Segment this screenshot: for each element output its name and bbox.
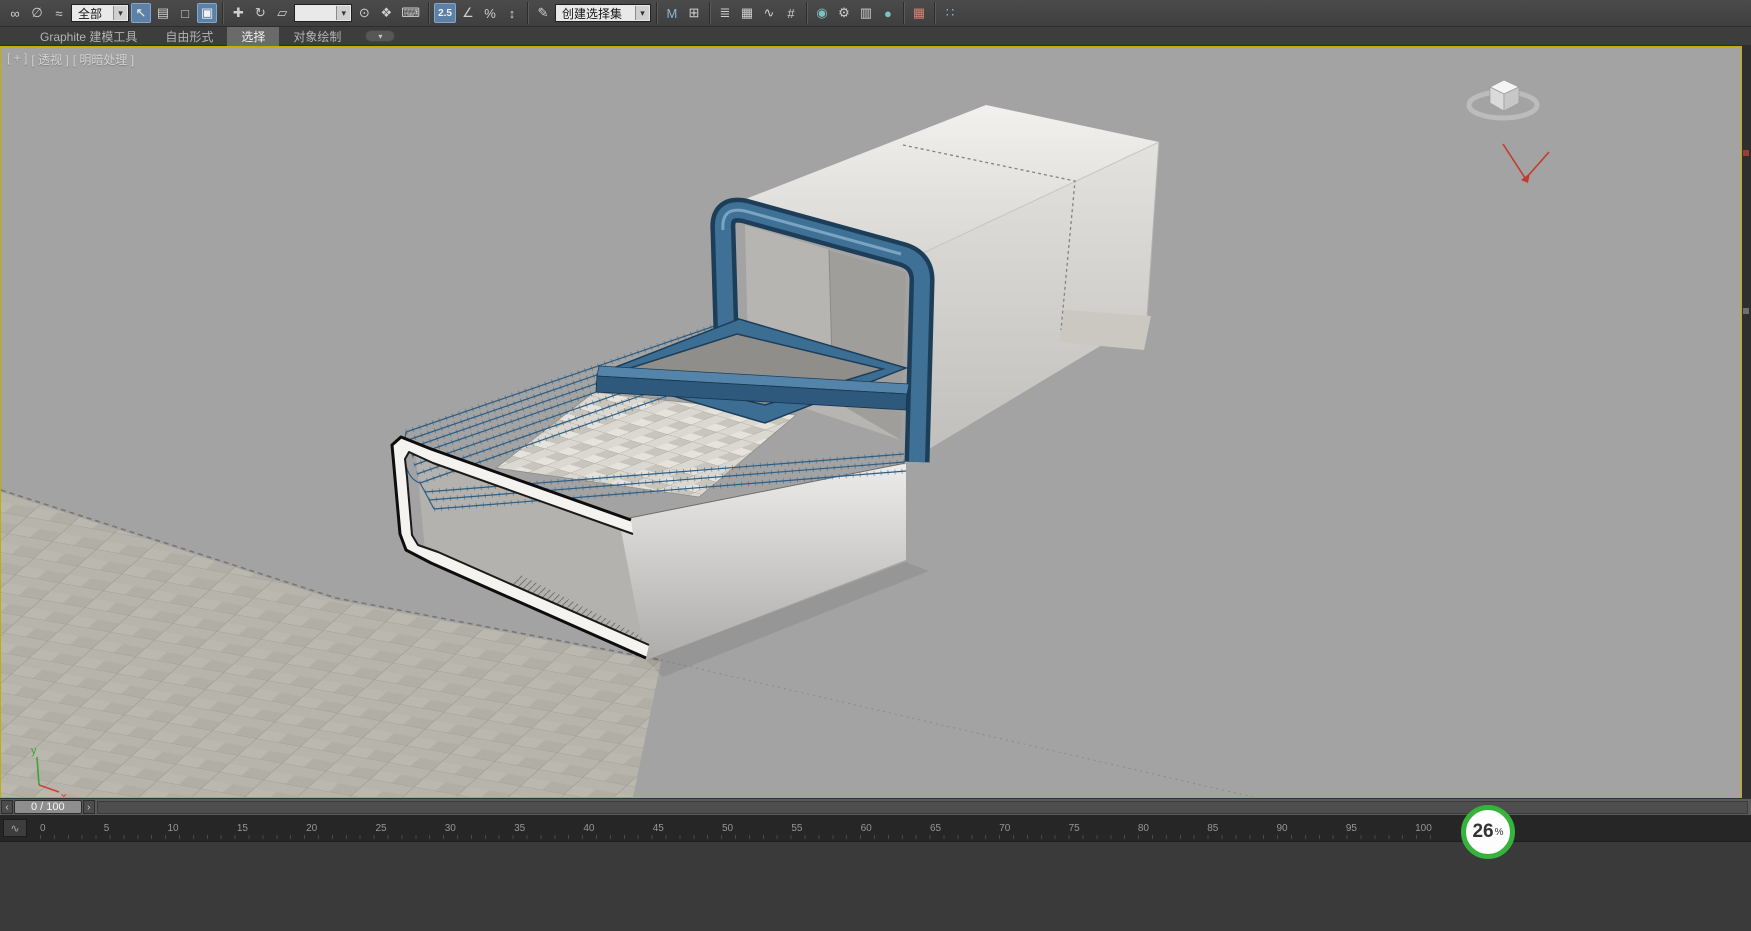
ribbon-collapse-button[interactable]: ▾: [365, 30, 395, 42]
panel-mark-gray: [1743, 308, 1749, 314]
red-grid-icon[interactable]: ▦: [909, 3, 929, 23]
viewport-pov-menu[interactable]: [ 透视 ]: [31, 51, 68, 68]
time-slider-handle[interactable]: 0 / 100: [14, 800, 82, 814]
mirror-icon[interactable]: M: [662, 3, 682, 23]
separator: [222, 2, 223, 24]
unlink-selection-icon[interactable]: ∅: [27, 3, 47, 23]
curve-editor-icon[interactable]: ∿: [759, 3, 779, 23]
separator: [903, 2, 904, 24]
frame-label: 10: [168, 823, 179, 834]
frame-label: 5: [104, 823, 110, 834]
select-and-scale-icon[interactable]: ▱: [272, 3, 292, 23]
selection-region-icon[interactable]: □: [175, 3, 195, 23]
frame-label: 30: [445, 823, 456, 834]
select-and-link-icon[interactable]: ∞: [5, 3, 25, 23]
frame-label: 95: [1346, 823, 1357, 834]
layer-manager-icon[interactable]: ≣: [715, 3, 735, 23]
select-and-move-icon[interactable]: ✚: [228, 3, 248, 23]
frame-ruler: 0 5 10 15 20 25 30 35 40 45 50 55: [40, 815, 1432, 841]
use-pivot-center-icon[interactable]: ⊙: [354, 3, 374, 23]
select-and-rotate-icon[interactable]: ↻: [250, 3, 270, 23]
render-setup-icon[interactable]: ⚙: [834, 3, 854, 23]
spinner-snap-icon[interactable]: ↕: [502, 3, 522, 23]
ribbon-tab-bar: Graphite 建模工具 自由形式 选择 对象绘制 ▾: [0, 27, 1751, 46]
time-prev-button[interactable]: ‹: [1, 800, 13, 814]
separator: [934, 2, 935, 24]
frame-label: 75: [1069, 823, 1080, 834]
viewport[interactable]: y x [ + ] [ 透视 ] [ 明暗处理 ]: [0, 46, 1742, 798]
3dsmax-window: ∞ ∅ ≈ 全部 ↖ ▤ □ ▣ ✚ ↻ ▱ ⊙ ❖ ⌨: [0, 0, 1751, 931]
frame-label: 35: [514, 823, 525, 834]
frame-label: 20: [306, 823, 317, 834]
viewport-row: y x [ + ] [ 透视 ] [ 明暗处理 ]: [0, 46, 1751, 798]
frame-label: 50: [722, 823, 733, 834]
selection-filter-dropdown[interactable]: 全部: [71, 4, 129, 22]
separator: [806, 2, 807, 24]
keyboard-override-icon[interactable]: ⌨: [398, 3, 423, 23]
rendered-frame-icon[interactable]: ▥: [856, 3, 876, 23]
frame-label: 100: [1415, 823, 1432, 834]
select-by-name-icon[interactable]: ▤: [153, 3, 173, 23]
mini-curve-editor-button[interactable]: ∿: [3, 819, 27, 837]
separator: [527, 2, 528, 24]
reference-coordinate-dropdown[interactable]: [294, 4, 352, 22]
frame-label: 85: [1207, 823, 1218, 834]
main-toolbar: ∞ ∅ ≈ 全部 ↖ ▤ □ ▣ ✚ ↻ ▱ ⊙ ❖ ⌨: [0, 0, 1751, 27]
separator: [709, 2, 710, 24]
render-production-icon[interactable]: ●: [878, 3, 898, 23]
select-and-manipulate-icon[interactable]: ❖: [376, 3, 396, 23]
badge-value: 26: [1472, 821, 1493, 843]
axis-y-label: y: [31, 745, 37, 757]
frame-label: 25: [375, 823, 386, 834]
edit-named-selection-sets-icon[interactable]: ✎: [533, 3, 553, 23]
tab-graphite-modeling-tools[interactable]: Graphite 建模工具: [26, 27, 151, 46]
frame-label: 40: [583, 823, 594, 834]
blue-dots-icon[interactable]: ∷: [940, 3, 960, 23]
frame-label: 80: [1138, 823, 1149, 834]
frame-label: 0: [40, 823, 46, 834]
frame-label: 70: [999, 823, 1010, 834]
separator: [428, 2, 429, 24]
frame-label: 15: [237, 823, 248, 834]
axis-x-label: x: [61, 791, 67, 797]
align-icon[interactable]: ⊞: [684, 3, 704, 23]
material-editor-icon[interactable]: ◉: [812, 3, 832, 23]
snap-toggle-2_5-icon[interactable]: 2.5: [434, 3, 456, 23]
window-crossing-icon[interactable]: ▣: [197, 3, 217, 23]
scene-3d: y x: [1, 47, 1741, 797]
recording-percent-badge: 26 %: [1461, 805, 1515, 859]
named-selection-sets-dropdown[interactable]: 创建选择集: [555, 4, 651, 22]
command-panel-strip: [1742, 46, 1751, 798]
tab-selection[interactable]: 选择: [227, 27, 279, 46]
time-next-button[interactable]: ›: [83, 800, 95, 814]
schematic-view-icon[interactable]: #: [781, 3, 801, 23]
angle-snap-icon[interactable]: ∠: [458, 3, 478, 23]
percent-snap-icon[interactable]: %: [480, 3, 500, 23]
badge-unit: %: [1495, 827, 1504, 838]
bind-to-space-warp-icon[interactable]: ≈: [49, 3, 69, 23]
frame-label: 55: [791, 823, 802, 834]
panel-mark-red: [1743, 150, 1749, 156]
tab-object-paint[interactable]: 对象绘制: [279, 27, 355, 46]
frame-label: 65: [930, 823, 941, 834]
viewport-shading-menu[interactable]: [ 明暗处理 ]: [73, 51, 134, 68]
select-object-icon[interactable]: ↖: [131, 3, 151, 23]
separator: [656, 2, 657, 24]
viewport-general-menu[interactable]: [ + ]: [7, 51, 27, 68]
graphite-toggle-icon[interactable]: ▦: [737, 3, 757, 23]
frame-label: 45: [653, 823, 664, 834]
frame-label: 90: [1277, 823, 1288, 834]
tab-freeform[interactable]: 自由形式: [151, 27, 227, 46]
frame-label: 60: [861, 823, 872, 834]
viewport-label: [ + ] [ 透视 ] [ 明暗处理 ]: [7, 51, 134, 68]
